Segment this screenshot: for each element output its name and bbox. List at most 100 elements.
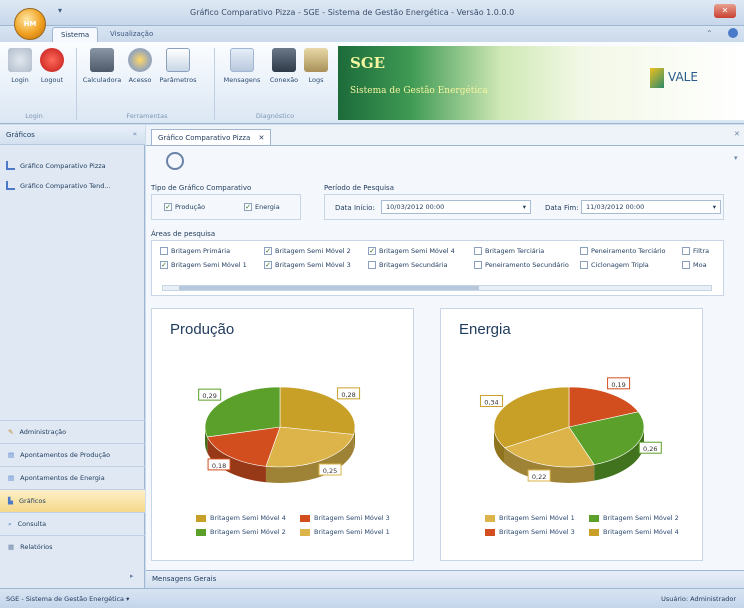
pie-data-label: 0,25 bbox=[318, 463, 342, 476]
dropdown-arrow-icon[interactable]: ▾ bbox=[713, 201, 716, 213]
checkbox-box bbox=[682, 247, 690, 255]
app-orb-button[interactable]: HM bbox=[14, 8, 46, 40]
area-checkbox[interactable]: Peneiramento Terciário bbox=[580, 247, 666, 255]
data-fim-label: Data Fim: bbox=[545, 204, 579, 212]
pie-data-label: 0,19 bbox=[607, 377, 631, 390]
checkbox-label: Moa bbox=[693, 261, 707, 269]
legend-item: Britagem Semi Móvel 2 bbox=[589, 514, 679, 522]
checkbox-label: Peneiramento Terciário bbox=[591, 247, 666, 255]
legend-label: Britagem Semi Móvel 3 bbox=[314, 514, 390, 522]
sidebar-more-icon[interactable]: ▸ bbox=[130, 572, 134, 580]
pie-data-label: 0,18 bbox=[207, 458, 231, 471]
group-label-login: Login bbox=[25, 112, 43, 120]
document-tab[interactable]: Gráfico Comparativo Pizza ✕ bbox=[151, 129, 272, 145]
dropdown-arrow-icon[interactable]: ▾ bbox=[523, 201, 526, 213]
chart-icon bbox=[6, 161, 15, 170]
status-bar: SGE - Sistema de Gestão Energética ▾ Usu… bbox=[0, 588, 744, 608]
data-inicio-field[interactable]: 10/03/2012 00:00 ▾ bbox=[381, 200, 531, 214]
checkbox-label: Energia bbox=[255, 203, 280, 211]
minimize-ribbon-icon[interactable]: ⌃ bbox=[706, 29, 713, 38]
close-tab-icon[interactable]: ✕ bbox=[258, 134, 264, 142]
logs-button[interactable]: Logs bbox=[300, 48, 332, 84]
nav-apontamentos-producao[interactable]: ▤ Apontamentos de Produção bbox=[0, 443, 145, 466]
document-tab-label: Gráfico Comparativo Pizza bbox=[158, 134, 251, 142]
area-checkbox[interactable]: ✓ Britagem Semi Móvel 4 bbox=[368, 247, 455, 255]
legend-label: Britagem Semi Móvel 4 bbox=[210, 514, 286, 522]
area-checkbox[interactable]: Filtra bbox=[682, 247, 709, 255]
status-app-name[interactable]: SGE - Sistema de Gestão Energética ▾ bbox=[6, 595, 129, 603]
checkbox-box bbox=[474, 247, 482, 255]
svg-text:0,22: 0,22 bbox=[532, 473, 546, 481]
checkbox-label: Produção bbox=[175, 203, 206, 211]
area-checkbox[interactable]: Britagem Secundária bbox=[368, 261, 448, 269]
list-icon: ▤ bbox=[8, 451, 15, 459]
pie-data-label: 0,26 bbox=[638, 441, 662, 454]
nav-relatorios[interactable]: ▦ Relatórios bbox=[0, 535, 145, 558]
collapse-icon[interactable]: « bbox=[133, 130, 137, 138]
area-checkbox[interactable]: ✓ Britagem Semi Móvel 1 bbox=[160, 261, 247, 269]
tab-visualizacao[interactable]: Visualização bbox=[102, 27, 161, 42]
calculadora-button[interactable]: Calculadora bbox=[82, 48, 122, 84]
area-checkbox[interactable]: Moa bbox=[682, 261, 707, 269]
pie-data-label: 0,22 bbox=[527, 469, 551, 482]
legend-item: Britagem Semi Móvel 4 bbox=[589, 528, 679, 536]
brand-name: VALE bbox=[668, 70, 698, 84]
login-button[interactable]: Login bbox=[4, 48, 36, 84]
pie-data-label: 0,34 bbox=[479, 394, 503, 407]
scrollbar-thumb[interactable] bbox=[179, 286, 479, 290]
sidebar-item-grafico-pizza[interactable]: Gráfico Comparativo Pizza bbox=[6, 161, 106, 170]
banner-subtitle: Sistema de Gestão Energética bbox=[350, 86, 488, 96]
area-checkbox[interactable]: Ciclonagem Tripla bbox=[580, 261, 649, 269]
logout-button[interactable]: Logout bbox=[36, 48, 68, 84]
close-button[interactable]: ✕ bbox=[714, 4, 736, 18]
main-area: Gráfico Comparativo Pizza ✕ ✕ ▾ Tipo de … bbox=[146, 125, 744, 570]
svg-text:0,26: 0,26 bbox=[643, 445, 657, 453]
svg-text:0,34: 0,34 bbox=[484, 398, 498, 406]
parametros-button[interactable]: Parâmetros bbox=[158, 48, 198, 84]
nav-apontamentos-energia[interactable]: ▤ Apontamentos de Energia bbox=[0, 466, 145, 489]
nav-administracao[interactable]: ✎ Administração bbox=[0, 420, 145, 443]
tab-sistema[interactable]: Sistema bbox=[52, 27, 99, 42]
svg-text:0,25: 0,25 bbox=[323, 467, 337, 475]
legend-swatch bbox=[589, 528, 599, 536]
area-checkbox[interactable]: Peneiramento Secundário bbox=[474, 261, 569, 269]
quick-access-arrow-icon[interactable]: ▾ bbox=[58, 6, 62, 15]
search-icon[interactable] bbox=[166, 152, 184, 170]
area-checkbox[interactable]: Britagem Primária bbox=[160, 247, 230, 255]
mensagens-label: Mensagens bbox=[223, 76, 261, 84]
nav-graficos[interactable]: ▙ Gráficos bbox=[0, 489, 145, 512]
parametros-label: Parâmetros bbox=[159, 76, 197, 84]
mensagens-button[interactable]: Mensagens bbox=[222, 48, 262, 84]
sidebar-item-grafico-tendencia[interactable]: Gráfico Comparativo Tend... bbox=[6, 181, 111, 190]
conexao-label: Conexão bbox=[269, 76, 299, 84]
acesso-button[interactable]: Acesso bbox=[124, 48, 156, 84]
checkbox-box bbox=[474, 261, 482, 269]
nav-label: Administração bbox=[19, 428, 67, 436]
producao-checkbox[interactable]: ✓ Produção bbox=[164, 203, 205, 211]
pie-svg: 0,19 0,26 0,22 0,34 bbox=[479, 377, 662, 483]
messages-tab-label: Mensagens Gerais bbox=[152, 575, 217, 583]
area-checkbox[interactable]: ✓ Britagem Semi Móvel 2 bbox=[264, 247, 351, 255]
report-icon: ▦ bbox=[8, 543, 15, 551]
data-inicio-label: Data Início: bbox=[335, 204, 375, 212]
areas-group: Britagem Primária ✓ Britagem Semi Móvel 2 ✓… bbox=[151, 240, 724, 296]
toolbar-dropdown-icon[interactable]: ▾ bbox=[734, 154, 738, 162]
checkbox-label: Britagem Semi Móvel 3 bbox=[275, 261, 351, 269]
gear-icon bbox=[128, 48, 152, 72]
orb-label: HM bbox=[23, 20, 37, 28]
data-fim-field[interactable]: 11/03/2012 00:00 ▾ bbox=[581, 200, 721, 214]
messages-tab[interactable]: Mensagens Gerais bbox=[146, 570, 744, 588]
nav-label: Relatórios bbox=[20, 543, 53, 551]
nav-consulta[interactable]: ⌕ Consulta bbox=[0, 512, 145, 535]
help-icon[interactable] bbox=[728, 28, 738, 38]
horizontal-scrollbar[interactable] bbox=[162, 285, 712, 291]
conexao-button[interactable]: Conexão bbox=[268, 48, 300, 84]
energia-checkbox[interactable]: ✓ Energia bbox=[244, 203, 280, 211]
nav-label: Consulta bbox=[17, 520, 47, 528]
energia-chart: Energia 0,19 0,26 0,22 0,34 Britagem Semi Mó… bbox=[440, 308, 703, 561]
area-checkbox[interactable]: ✓ Britagem Semi Móvel 3 bbox=[264, 261, 351, 269]
area-checkbox[interactable]: Britagem Terciária bbox=[474, 247, 544, 255]
legend-label: Britagem Semi Móvel 1 bbox=[314, 528, 390, 536]
close-document-icon[interactable]: ✕ bbox=[734, 130, 740, 138]
checkbox-box: ✓ bbox=[368, 247, 376, 255]
